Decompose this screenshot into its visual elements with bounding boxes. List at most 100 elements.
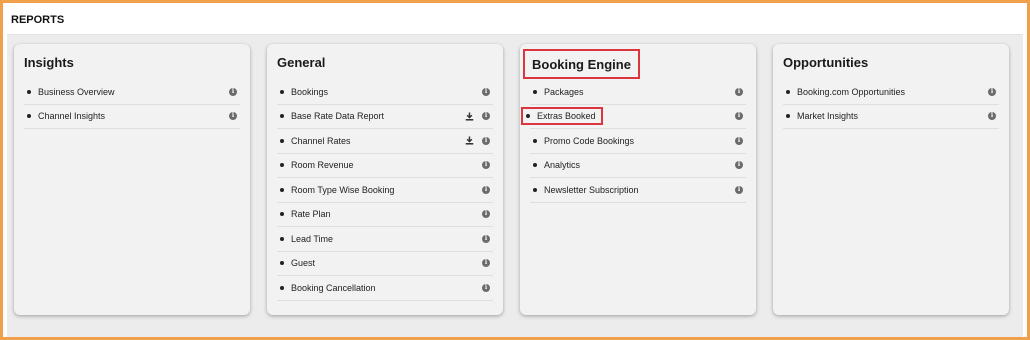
report-item[interactable]: Channel Rates i xyxy=(277,129,493,154)
info-icon[interactable]: i xyxy=(735,112,743,121)
report-item-label-highlighted[interactable]: Extras Booked xyxy=(521,107,603,126)
info-icon[interactable]: i xyxy=(229,87,237,96)
report-item-label[interactable]: Business Overview xyxy=(38,87,229,97)
report-item[interactable]: Booking.com Opportunities i xyxy=(783,80,999,105)
bullet-icon xyxy=(280,163,284,168)
card-general: General Bookings i Base Rate Data Report i C… xyxy=(267,44,503,315)
info-icon[interactable]: i xyxy=(735,136,743,145)
report-item[interactable]: Room Revenue i xyxy=(277,154,493,178)
report-item[interactable]: Packages i xyxy=(530,80,746,105)
card-title-highlighted: Booking Engine xyxy=(523,49,640,79)
info-icon[interactable]: i xyxy=(482,210,490,219)
report-item-text: Booking Cancellation xyxy=(291,282,376,293)
report-item-text: Booking.com Opportunities xyxy=(797,86,906,97)
report-item-text: Guest xyxy=(291,258,316,269)
info-icon[interactable]: i xyxy=(988,112,996,121)
report-item[interactable]: Bookings i xyxy=(277,80,493,105)
report-item-label[interactable]: Rate Plan xyxy=(291,209,482,219)
info-icon[interactable]: i xyxy=(735,185,743,194)
info-icon[interactable]: i xyxy=(482,136,490,145)
info-icon[interactable]: i xyxy=(482,234,490,243)
report-item-text: Market Insights xyxy=(797,111,859,122)
report-item-text: Channel Rates xyxy=(291,135,351,146)
report-item-text: Promo Code Bookings xyxy=(544,135,635,146)
report-item-text: Lead Time xyxy=(291,233,334,244)
download-icon[interactable] xyxy=(465,136,474,145)
report-item[interactable]: Extras Booked i xyxy=(521,105,746,129)
report-item-text: Analytics xyxy=(544,160,581,171)
report-item-label[interactable]: Channel Insights xyxy=(38,111,229,121)
report-item[interactable]: Base Rate Data Report i xyxy=(277,105,493,129)
bullet-icon xyxy=(786,89,790,94)
report-item[interactable]: Booking Cancellation i xyxy=(277,276,493,301)
bullet-icon xyxy=(786,114,790,119)
bullet-icon xyxy=(526,114,530,119)
report-item-label[interactable]: Guest xyxy=(291,258,482,268)
report-item-label[interactable]: Booking.com Opportunities xyxy=(797,87,988,97)
report-item-label[interactable]: Lead Time xyxy=(291,234,482,244)
card-title: Insights xyxy=(24,55,74,70)
bullet-icon xyxy=(280,89,284,94)
report-list: Booking.com Opportunities i Market Insight… xyxy=(783,80,999,129)
download-icon[interactable] xyxy=(465,112,474,121)
info-icon[interactable]: i xyxy=(482,259,490,268)
report-item[interactable]: Market Insights i xyxy=(783,105,999,129)
report-item-label[interactable]: Newsletter Subscription xyxy=(544,185,735,195)
card-title: General xyxy=(277,55,326,70)
report-item[interactable]: Rate Plan i xyxy=(277,203,493,227)
report-item-label[interactable]: Analytics xyxy=(544,160,735,170)
info-icon[interactable]: i xyxy=(482,87,490,96)
bullet-icon xyxy=(533,89,537,94)
report-item[interactable]: Business Overview i xyxy=(24,80,240,105)
report-item-text: Extras Booked xyxy=(537,111,596,122)
report-list: Business Overview i Channel Insights i xyxy=(24,80,240,129)
report-item-label[interactable]: Room Revenue xyxy=(291,160,482,170)
report-item[interactable]: Channel Insights i xyxy=(24,105,240,129)
info-icon[interactable]: i xyxy=(229,112,237,121)
info-icon[interactable]: i xyxy=(988,87,996,96)
info-icon[interactable]: i xyxy=(482,185,490,194)
bullet-icon xyxy=(280,285,284,290)
bullet-icon xyxy=(533,187,537,192)
report-item[interactable]: Promo Code Bookings i xyxy=(530,129,746,154)
info-icon[interactable]: i xyxy=(482,161,490,170)
report-item-text: Room Revenue xyxy=(291,160,354,171)
report-item[interactable]: Room Type Wise Booking i xyxy=(277,178,493,203)
bullet-icon xyxy=(533,138,537,143)
bullet-icon xyxy=(280,114,284,119)
report-item-label[interactable]: Packages xyxy=(544,87,735,97)
report-item-text: Room Type Wise Booking xyxy=(291,184,395,195)
bullet-icon xyxy=(533,163,537,168)
bullet-icon xyxy=(280,212,284,217)
report-item-label[interactable]: Promo Code Bookings xyxy=(544,136,735,146)
report-item-label[interactable]: Base Rate Data Report xyxy=(291,111,465,121)
report-item-label[interactable]: Bookings xyxy=(291,87,482,97)
report-item-label[interactable]: Channel Rates xyxy=(291,136,465,146)
report-item[interactable]: Guest i xyxy=(277,252,493,276)
card-opportunities: Opportunities Booking.com Opportunities i… xyxy=(773,44,1009,315)
bullet-icon xyxy=(27,89,31,94)
info-icon[interactable]: i xyxy=(482,112,490,121)
card-insights: Insights Business Overview i Channel Insig… xyxy=(14,44,250,315)
card-booking-engine: Booking Engine Packages i Extras Booked i Pr… xyxy=(520,44,756,315)
report-list: Packages i Extras Booked i Promo Code Bookin… xyxy=(521,80,746,203)
report-item[interactable]: Lead Time i xyxy=(277,227,493,252)
report-item[interactable]: Analytics i xyxy=(530,154,746,178)
report-item-label[interactable]: Booking Cancellation xyxy=(291,283,482,293)
report-item-label[interactable]: Market Insights xyxy=(797,111,988,121)
report-item-text: Channel Insights xyxy=(38,111,106,122)
info-icon[interactable]: i xyxy=(735,87,743,96)
info-icon[interactable]: i xyxy=(735,161,743,170)
report-item-text: Rate Plan xyxy=(291,209,331,220)
info-icon[interactable]: i xyxy=(482,283,490,292)
bullet-icon xyxy=(280,187,284,192)
report-list: Bookings i Base Rate Data Report i Channel R… xyxy=(277,80,493,301)
report-item[interactable]: Newsletter Subscription i xyxy=(530,178,746,203)
report-item-text: Bookings xyxy=(291,86,329,97)
report-item-text: Business Overview xyxy=(38,86,115,97)
report-item-label[interactable]: Room Type Wise Booking xyxy=(291,185,482,195)
card-title: Opportunities xyxy=(783,55,869,70)
report-item-text: Base Rate Data Report xyxy=(291,111,385,122)
bullet-icon xyxy=(280,236,284,241)
report-item-text: Packages xyxy=(544,86,584,97)
